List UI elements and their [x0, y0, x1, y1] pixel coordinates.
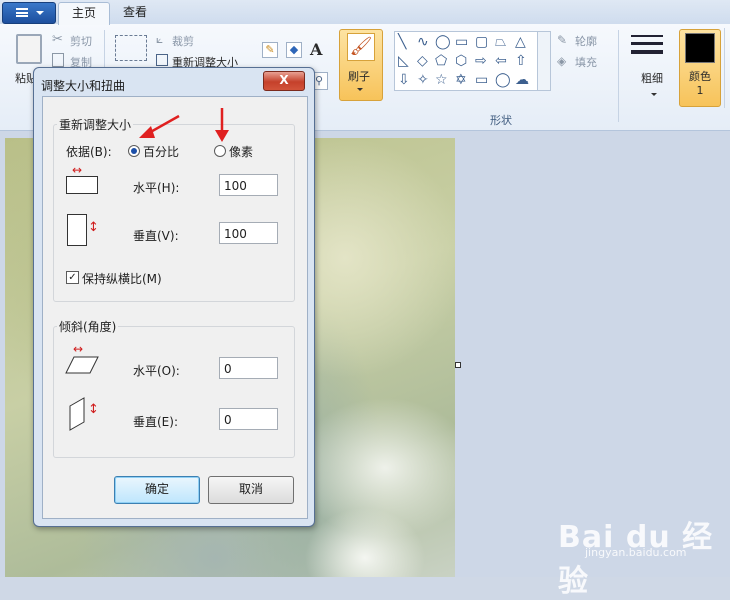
skew-horizontal-arrow-icon: ↔: [73, 342, 84, 356]
chevron-down-icon: [36, 11, 44, 15]
oval-shape-icon[interactable]: ◯: [435, 35, 451, 49]
brush-label: 刷子: [348, 70, 370, 83]
skew-horizontal-input[interactable]: 0: [219, 357, 278, 379]
horizontal-resize-icon: [66, 176, 98, 194]
thickness-icon[interactable]: [631, 35, 663, 37]
watermark-url: jingyan.baidu.com: [585, 546, 687, 559]
select-icon[interactable]: [115, 35, 147, 61]
thickness-line: [631, 50, 663, 54]
skew-vertical-label: 垂直(E):: [133, 415, 178, 429]
scissors-icon: ✂: [52, 32, 63, 47]
tab-home[interactable]: 主页: [58, 2, 110, 25]
percent-radio[interactable]: [128, 145, 140, 157]
gallery-scrollbar[interactable]: [537, 31, 551, 91]
outline-icon: ✎: [557, 33, 568, 47]
vertical-label: 垂直(V):: [133, 229, 179, 243]
line-shape-icon[interactable]: ╲: [398, 35, 406, 49]
right-arrow-shape-icon[interactable]: ⇨: [475, 54, 487, 68]
right-triangle-shape-icon[interactable]: ◺: [398, 54, 409, 68]
color1-swatch: [685, 33, 715, 63]
left-arrow-shape-icon[interactable]: ⇦: [495, 54, 507, 68]
by-label: 依据(B):: [66, 145, 112, 159]
percent-label[interactable]: 百分比: [143, 143, 179, 160]
chevron-down-icon: [651, 93, 657, 96]
six-point-star-shape-icon[interactable]: ✡: [455, 73, 467, 87]
horizontal-input[interactable]: 100: [219, 174, 278, 196]
skew-group-label: 倾斜(角度): [57, 318, 119, 335]
pixels-radio[interactable]: [214, 145, 226, 157]
fill-button[interactable]: 填充: [575, 54, 597, 70]
crop-icon: ⟀: [156, 32, 164, 46]
outline-button[interactable]: 轮廓: [575, 33, 597, 49]
skew-vertical-icon: [69, 397, 85, 431]
pixels-label[interactable]: 像素: [229, 143, 253, 160]
color1-label: 颜色 1: [689, 70, 711, 97]
vertical-arrow-icon: ↕: [88, 220, 99, 235]
group-separator: [618, 30, 619, 122]
clipboard-icon[interactable]: [16, 34, 42, 64]
skew-horizontal-label: 水平(O):: [133, 364, 180, 378]
cancel-button[interactable]: 取消: [208, 476, 294, 504]
rectangle-shape-icon[interactable]: ▭: [455, 35, 468, 49]
paint-menu-button[interactable]: [2, 2, 56, 24]
menu-icon: [16, 8, 28, 17]
diamond-shape-icon[interactable]: ◇: [417, 54, 428, 68]
copy-icon: [52, 53, 64, 67]
pencil-icon[interactable]: ✎: [262, 42, 278, 58]
ok-button[interactable]: 确定: [114, 476, 200, 504]
color2-button[interactable]: [724, 28, 730, 108]
up-arrow-shape-icon[interactable]: ⇧: [515, 54, 527, 68]
resize-handle[interactable]: [455, 362, 461, 368]
close-button[interactable]: X: [263, 71, 305, 91]
chevron-down-icon: [357, 88, 363, 91]
cut-button[interactable]: 剪切: [70, 33, 92, 49]
resize-group-label: 重新调整大小: [57, 116, 134, 133]
hexagon-shape-icon[interactable]: ⬡: [455, 54, 467, 68]
polygon-shape-icon[interactable]: ⏢: [495, 35, 506, 49]
fill-icon: ◈: [557, 54, 567, 68]
thickness-line: [631, 42, 663, 45]
horizontal-label: 水平(H):: [133, 181, 180, 195]
annotation-arrow-icon: [139, 114, 180, 138]
rect-callout-shape-icon[interactable]: ▭: [475, 73, 488, 87]
horizontal-arrow-icon: ↔: [72, 163, 83, 177]
shapes-gallery[interactable]: ╲ ∿ ◯ ▭ ▢ ⏢ △ ◺ ◇ ⬠ ⬡ ⇨ ⇦ ⇧ ⇩ ✧ ☆ ✡ ▭ ◯ …: [394, 31, 538, 91]
thickness-button[interactable]: 粗细: [641, 70, 663, 86]
annotation-arrow-icon: [215, 108, 229, 142]
cloud-callout-shape-icon[interactable]: ☁: [515, 73, 529, 87]
triangle-shape-icon[interactable]: △: [515, 35, 526, 49]
tab-view[interactable]: 查看: [112, 2, 158, 24]
five-point-star-shape-icon[interactable]: ☆: [435, 73, 448, 87]
shapes-group-label: 形状: [490, 114, 512, 127]
oval-callout-shape-icon[interactable]: ◯: [495, 73, 511, 87]
skew-vertical-arrow-icon: ↕: [88, 402, 99, 417]
curve-shape-icon[interactable]: ∿: [417, 35, 429, 49]
keep-ratio-checkbox[interactable]: ✓: [66, 271, 79, 284]
vertical-resize-icon: [67, 214, 87, 246]
keep-ratio-label[interactable]: 保持纵横比(M): [82, 270, 162, 287]
dialog-title: 调整大小和扭曲: [41, 79, 126, 93]
skew-vertical-input[interactable]: 0: [219, 408, 278, 430]
vertical-input[interactable]: 100: [219, 222, 278, 244]
fill-bucket-icon[interactable]: ◆: [286, 42, 302, 58]
crop-button[interactable]: 裁剪: [172, 33, 194, 49]
resize-icon: [156, 54, 168, 66]
four-point-star-shape-icon[interactable]: ✧: [417, 73, 429, 87]
text-tool-icon[interactable]: A: [310, 40, 322, 59]
brush-icon: 🖌: [347, 33, 375, 61]
pentagon-shape-icon[interactable]: ⬠: [435, 54, 447, 68]
skew-groupbox: [53, 326, 295, 458]
skew-horizontal-icon: [65, 356, 99, 374]
rounded-rect-shape-icon[interactable]: ▢: [475, 35, 488, 49]
down-arrow-shape-icon[interactable]: ⇩: [398, 73, 410, 87]
